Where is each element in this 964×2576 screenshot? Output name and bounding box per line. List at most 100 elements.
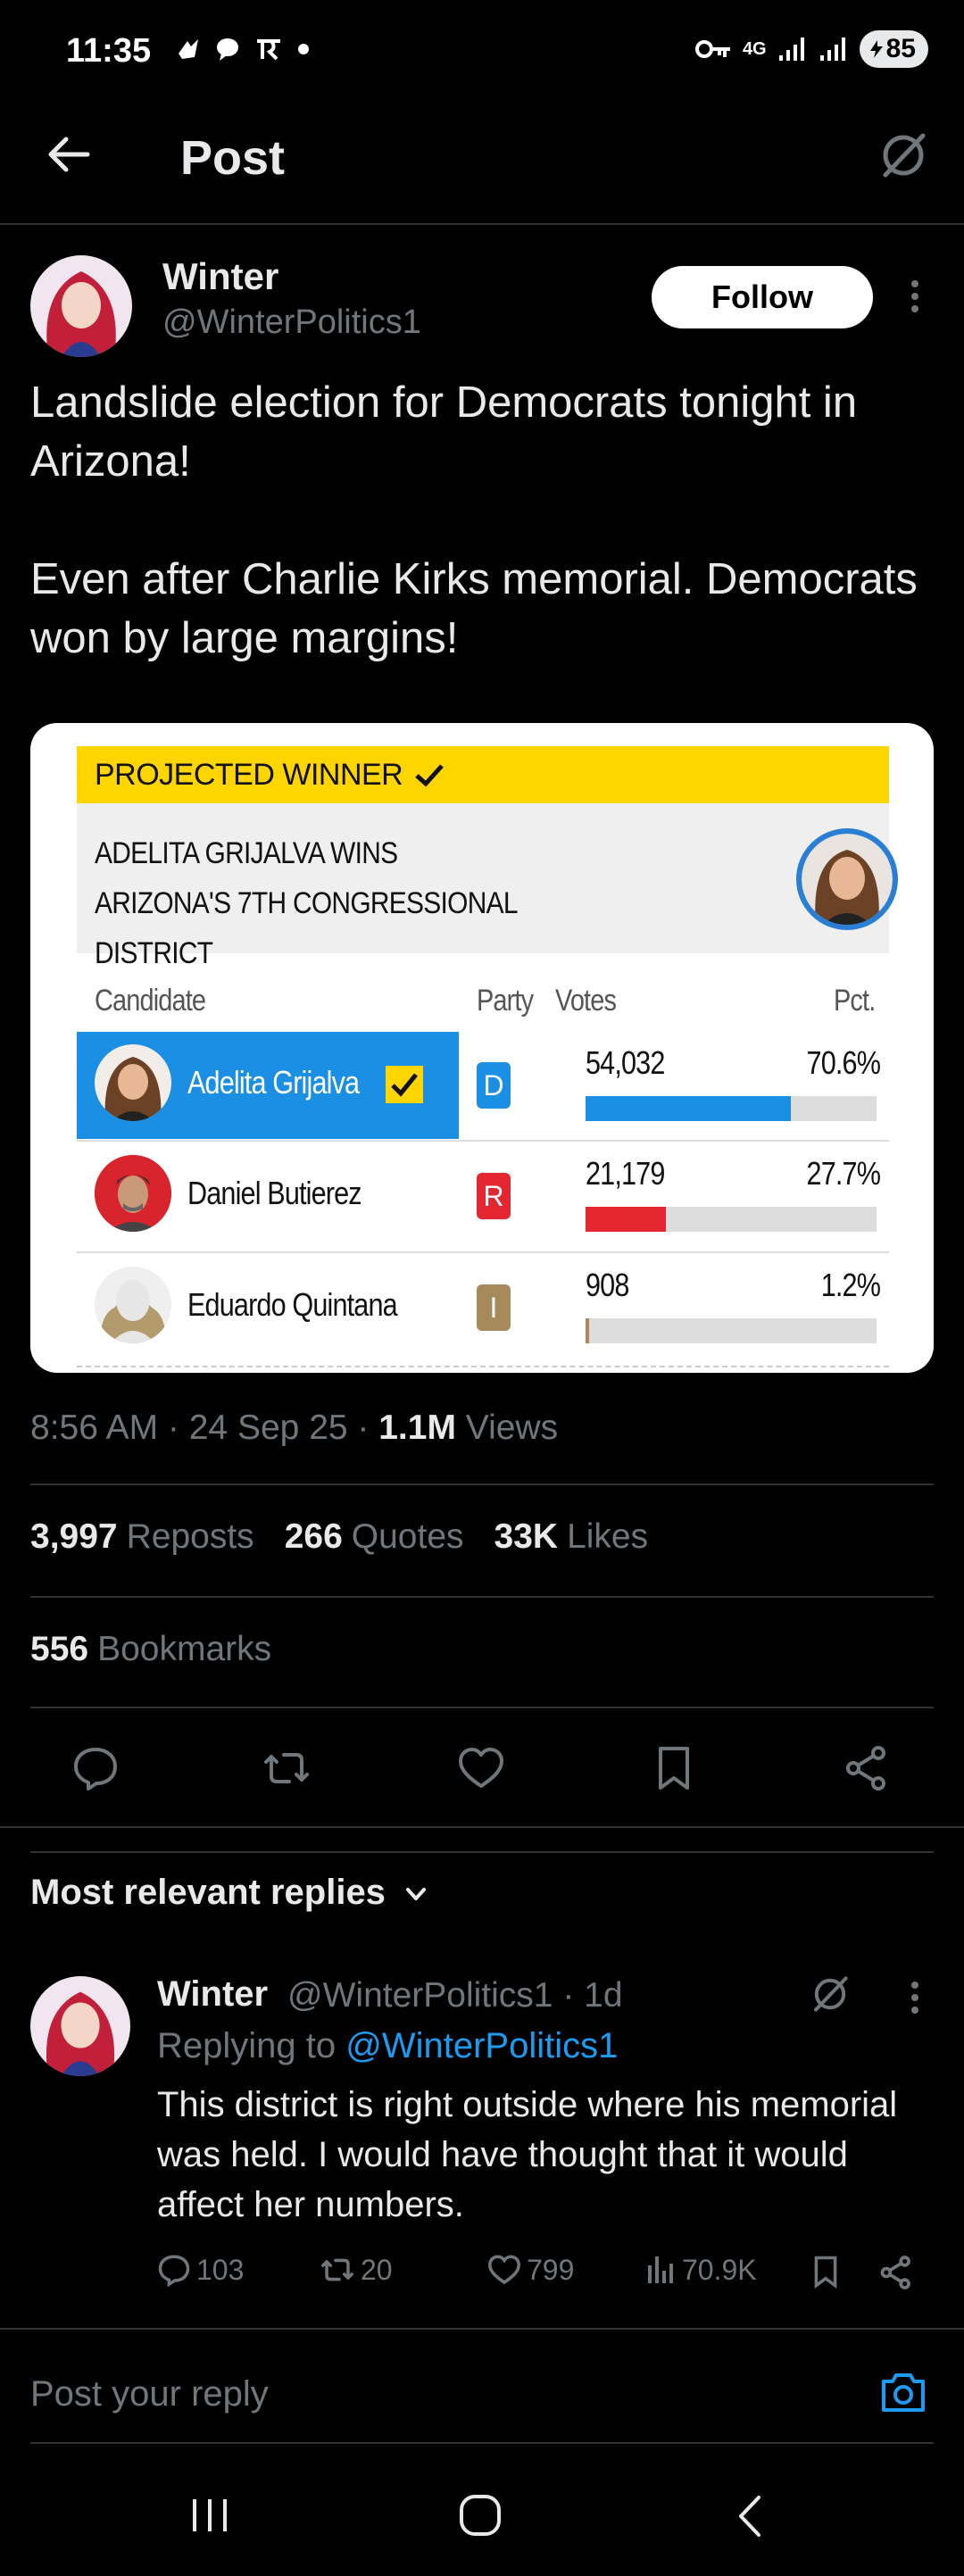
app-notification-icon [179, 39, 198, 59]
likes-count: 33K [494, 1517, 559, 1556]
party-badge: R [477, 1173, 511, 1219]
signal-icon [819, 37, 845, 61]
election-result-card[interactable]: PROJECTED WINNER ADELITA GRIJALVA WINS A… [30, 723, 934, 1373]
vote-count: 908 [586, 1267, 629, 1303]
quotes-stat[interactable]: 266 Quotes [285, 1517, 464, 1557]
check-icon [415, 764, 445, 787]
party-badge: D [477, 1062, 511, 1109]
candidate-photo [95, 1267, 171, 1343]
chat-icon [217, 38, 238, 61]
share-icon[interactable] [843, 1744, 891, 1792]
col-header-pct: Pct. [834, 984, 876, 1018]
vote-percent: 27.7% [806, 1155, 880, 1192]
repost-icon[interactable] [262, 1744, 311, 1792]
reply-like-action[interactable]: 799 [487, 2253, 574, 2287]
meta-divider [30, 1483, 934, 1485]
winner-check-icon [386, 1066, 423, 1103]
more-options-icon[interactable] [902, 275, 928, 320]
col-header-votes: Votes [555, 984, 617, 1018]
repost-count: 20 [361, 2253, 393, 2286]
row-divider [77, 1140, 889, 1142]
battery-level: 85 [885, 34, 916, 63]
candidate-name: Adelita Grijalva [187, 1064, 360, 1101]
reply-share-icon[interactable] [878, 2255, 914, 2290]
author-avatar[interactable] [30, 255, 132, 357]
reply-icon [158, 2255, 190, 2287]
candidate-name: Daniel Butierez [187, 1175, 362, 1211]
like-icon[interactable] [457, 1744, 505, 1792]
vote-bar-fill [586, 1318, 589, 1343]
post-timestamp: 8:56 AM · 24 Sep 25 · [30, 1408, 379, 1447]
header-divider [0, 223, 964, 225]
compose-divider [0, 2328, 964, 2330]
vote-percent: 1.2% [820, 1267, 881, 1303]
reply-bookmark-icon[interactable] [809, 2253, 843, 2290]
col-header-party: Party [477, 984, 534, 1018]
reply-more-options-icon[interactable] [902, 1978, 928, 2017]
card-bottom-dashes [77, 1366, 889, 1367]
reply-views-action[interactable]: 70.9K [646, 2253, 757, 2287]
headline-box: ADELITA GRIJALVA WINS ARIZONA'S 7TH CONG… [77, 803, 898, 970]
actions-divider [0, 1826, 964, 1828]
back-icon[interactable] [732, 2494, 768, 2539]
bookmarks-stat[interactable]: 556 Bookmarks [30, 1630, 271, 1669]
replying-to-link[interactable]: @WinterPolitics1 [345, 2026, 618, 2065]
camera-icon[interactable] [878, 2367, 928, 2417]
replying-prefix: Replying to [157, 2026, 346, 2065]
bookmarks-divider [30, 1707, 934, 1708]
reply-repost-action[interactable]: 20 [320, 2253, 393, 2287]
table-row: Daniel Butierez R 21,179 27.7% [77, 1143, 889, 1250]
replies-sort-label: Most relevant replies [30, 1873, 386, 1912]
battery-icon: 85 [859, 30, 928, 68]
card-headline: ADELITA GRIJALVA WINS ARIZONA'S 7TH CONG… [95, 836, 517, 970]
quotes-count: 266 [284, 1517, 343, 1556]
post-text: Landslide election for Democrats tonight… [30, 378, 918, 662]
grok-icon[interactable] [809, 1973, 852, 2015]
post-meta: 8:56 AM · 24 Sep 25 · 1.1M Views [30, 1408, 558, 1448]
reposts-count: 3,997 [30, 1517, 118, 1556]
payments-icon [257, 39, 280, 61]
vote-bar [586, 1207, 877, 1232]
bookmarks-count: 556 [30, 1630, 89, 1668]
replying-to: Replying to @WinterPolitics1 [157, 2026, 618, 2066]
chevron-down-icon [406, 1888, 427, 1901]
back-arrow-icon[interactable] [46, 132, 91, 177]
home-icon[interactable] [457, 2492, 503, 2539]
dot-icon [298, 44, 309, 54]
follow-button[interactable]: Follow [652, 266, 873, 328]
status-time: 11:35 [66, 32, 152, 70]
views-count: 1.1M [378, 1408, 456, 1447]
section-divider [30, 1851, 934, 1853]
navbar-divider [30, 2442, 934, 2444]
bookmark-icon[interactable] [650, 1744, 698, 1792]
stats-divider [30, 1596, 934, 1598]
reply-handle-time: @WinterPolitics1 · 1d [287, 1976, 623, 2015]
likes-stat[interactable]: 33K Likes [494, 1517, 649, 1557]
author-handle[interactable]: @WinterPolitics1 [162, 303, 421, 342]
like-count: 799 [527, 2253, 575, 2286]
grok-icon[interactable] [877, 129, 930, 182]
reply-reply-action[interactable]: 103 [157, 2253, 244, 2287]
replies-sort-dropdown[interactable]: Most relevant replies [30, 1873, 429, 1913]
author-name[interactable]: Winter [162, 255, 278, 298]
table-row: Eduardo Quintana I 908 1.2% [77, 1254, 889, 1361]
quotes-label: Quotes [351, 1517, 464, 1556]
col-header-candidate: Candidate [95, 984, 206, 1018]
reply-icon[interactable] [71, 1744, 120, 1792]
repost-icon [321, 2258, 353, 2281]
reply-avatar[interactable] [30, 1976, 130, 2076]
vpn-key-icon [694, 40, 730, 58]
projected-winner-label: PROJECTED WINNER [95, 757, 403, 792]
party-badge: I [477, 1284, 511, 1331]
reply-author-name[interactable]: Winter [157, 1974, 268, 2015]
reply-text: This district is right outside where his… [157, 2085, 898, 2224]
reposts-label: Reposts [126, 1517, 254, 1556]
vote-count: 21,179 [586, 1155, 665, 1192]
reposts-stat[interactable]: 3,997 Reposts [30, 1517, 254, 1557]
views-count: 70.9K [682, 2253, 757, 2286]
recent-apps-icon[interactable] [189, 2496, 230, 2535]
reply-input[interactable]: Post your reply [30, 2374, 269, 2414]
views-chart-icon [648, 2256, 673, 2283]
candidate-photo [95, 1155, 171, 1232]
like-icon [488, 2255, 520, 2285]
